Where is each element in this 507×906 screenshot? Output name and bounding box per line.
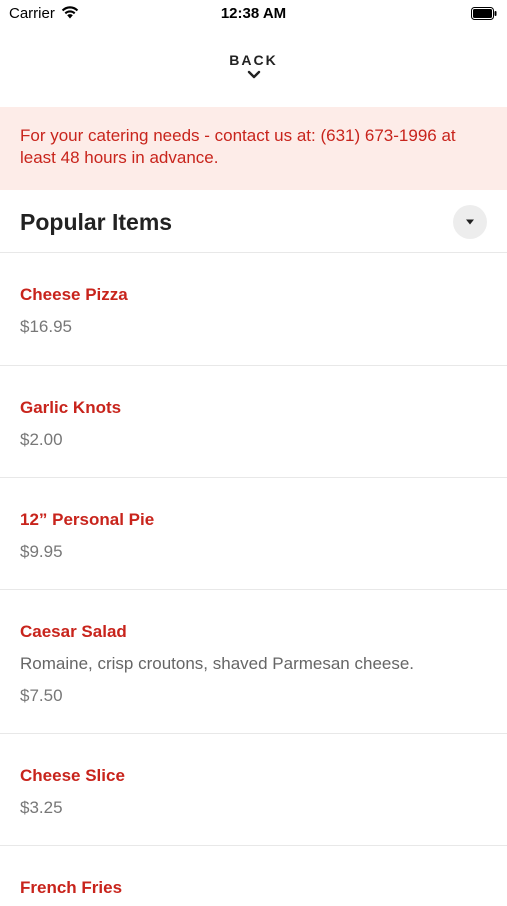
notice-text: For your catering needs - contact us at:…: [20, 126, 456, 167]
menu-item[interactable]: Garlic Knots $2.00: [0, 366, 507, 478]
item-price: $16.95: [20, 317, 72, 336]
battery-icon: [471, 7, 497, 20]
menu-item[interactable]: French Fries: [0, 846, 507, 906]
section-header[interactable]: Popular Items: [0, 190, 507, 253]
item-name: Cheese Slice: [20, 766, 125, 785]
back-button[interactable]: BACK: [0, 52, 507, 80]
caret-down-icon: [466, 219, 474, 225]
item-name: French Fries: [20, 878, 123, 897]
section-title: Popular Items: [20, 209, 173, 235]
item-name: Caesar Salad: [20, 622, 127, 641]
menu-item-list: Cheese Pizza $16.95 Garlic Knots $2.00 1…: [0, 253, 507, 906]
item-description: Romaine, crisp croutons, shaved Parmesan…: [20, 654, 415, 673]
chevron-down-icon: [247, 70, 260, 79]
menu-item[interactable]: Cheese Pizza $16.95: [0, 253, 507, 366]
item-name: Garlic Knots: [20, 398, 122, 417]
menu-item[interactable]: Caesar Salad Romaine, crisp croutons, sh…: [0, 590, 507, 734]
item-price: $3.25: [20, 798, 63, 817]
menu-item[interactable]: 12” Personal Pie $9.95: [0, 478, 507, 590]
menu-item[interactable]: Cheese Slice $3.25: [0, 734, 507, 846]
collapse-toggle-button[interactable]: [453, 205, 487, 239]
item-price: $7.50: [20, 686, 63, 705]
item-name: 12” Personal Pie: [20, 510, 155, 529]
catering-notice: For your catering needs - contact us at:…: [0, 107, 507, 190]
item-price: $2.00: [20, 430, 63, 449]
status-bar: Carrier 12:38 AM: [0, 0, 507, 28]
item-price: $9.95: [20, 542, 63, 561]
clock: 12:38 AM: [220, 5, 287, 22]
back-label: BACK: [229, 52, 278, 68]
item-name: Cheese Pizza: [20, 285, 128, 304]
